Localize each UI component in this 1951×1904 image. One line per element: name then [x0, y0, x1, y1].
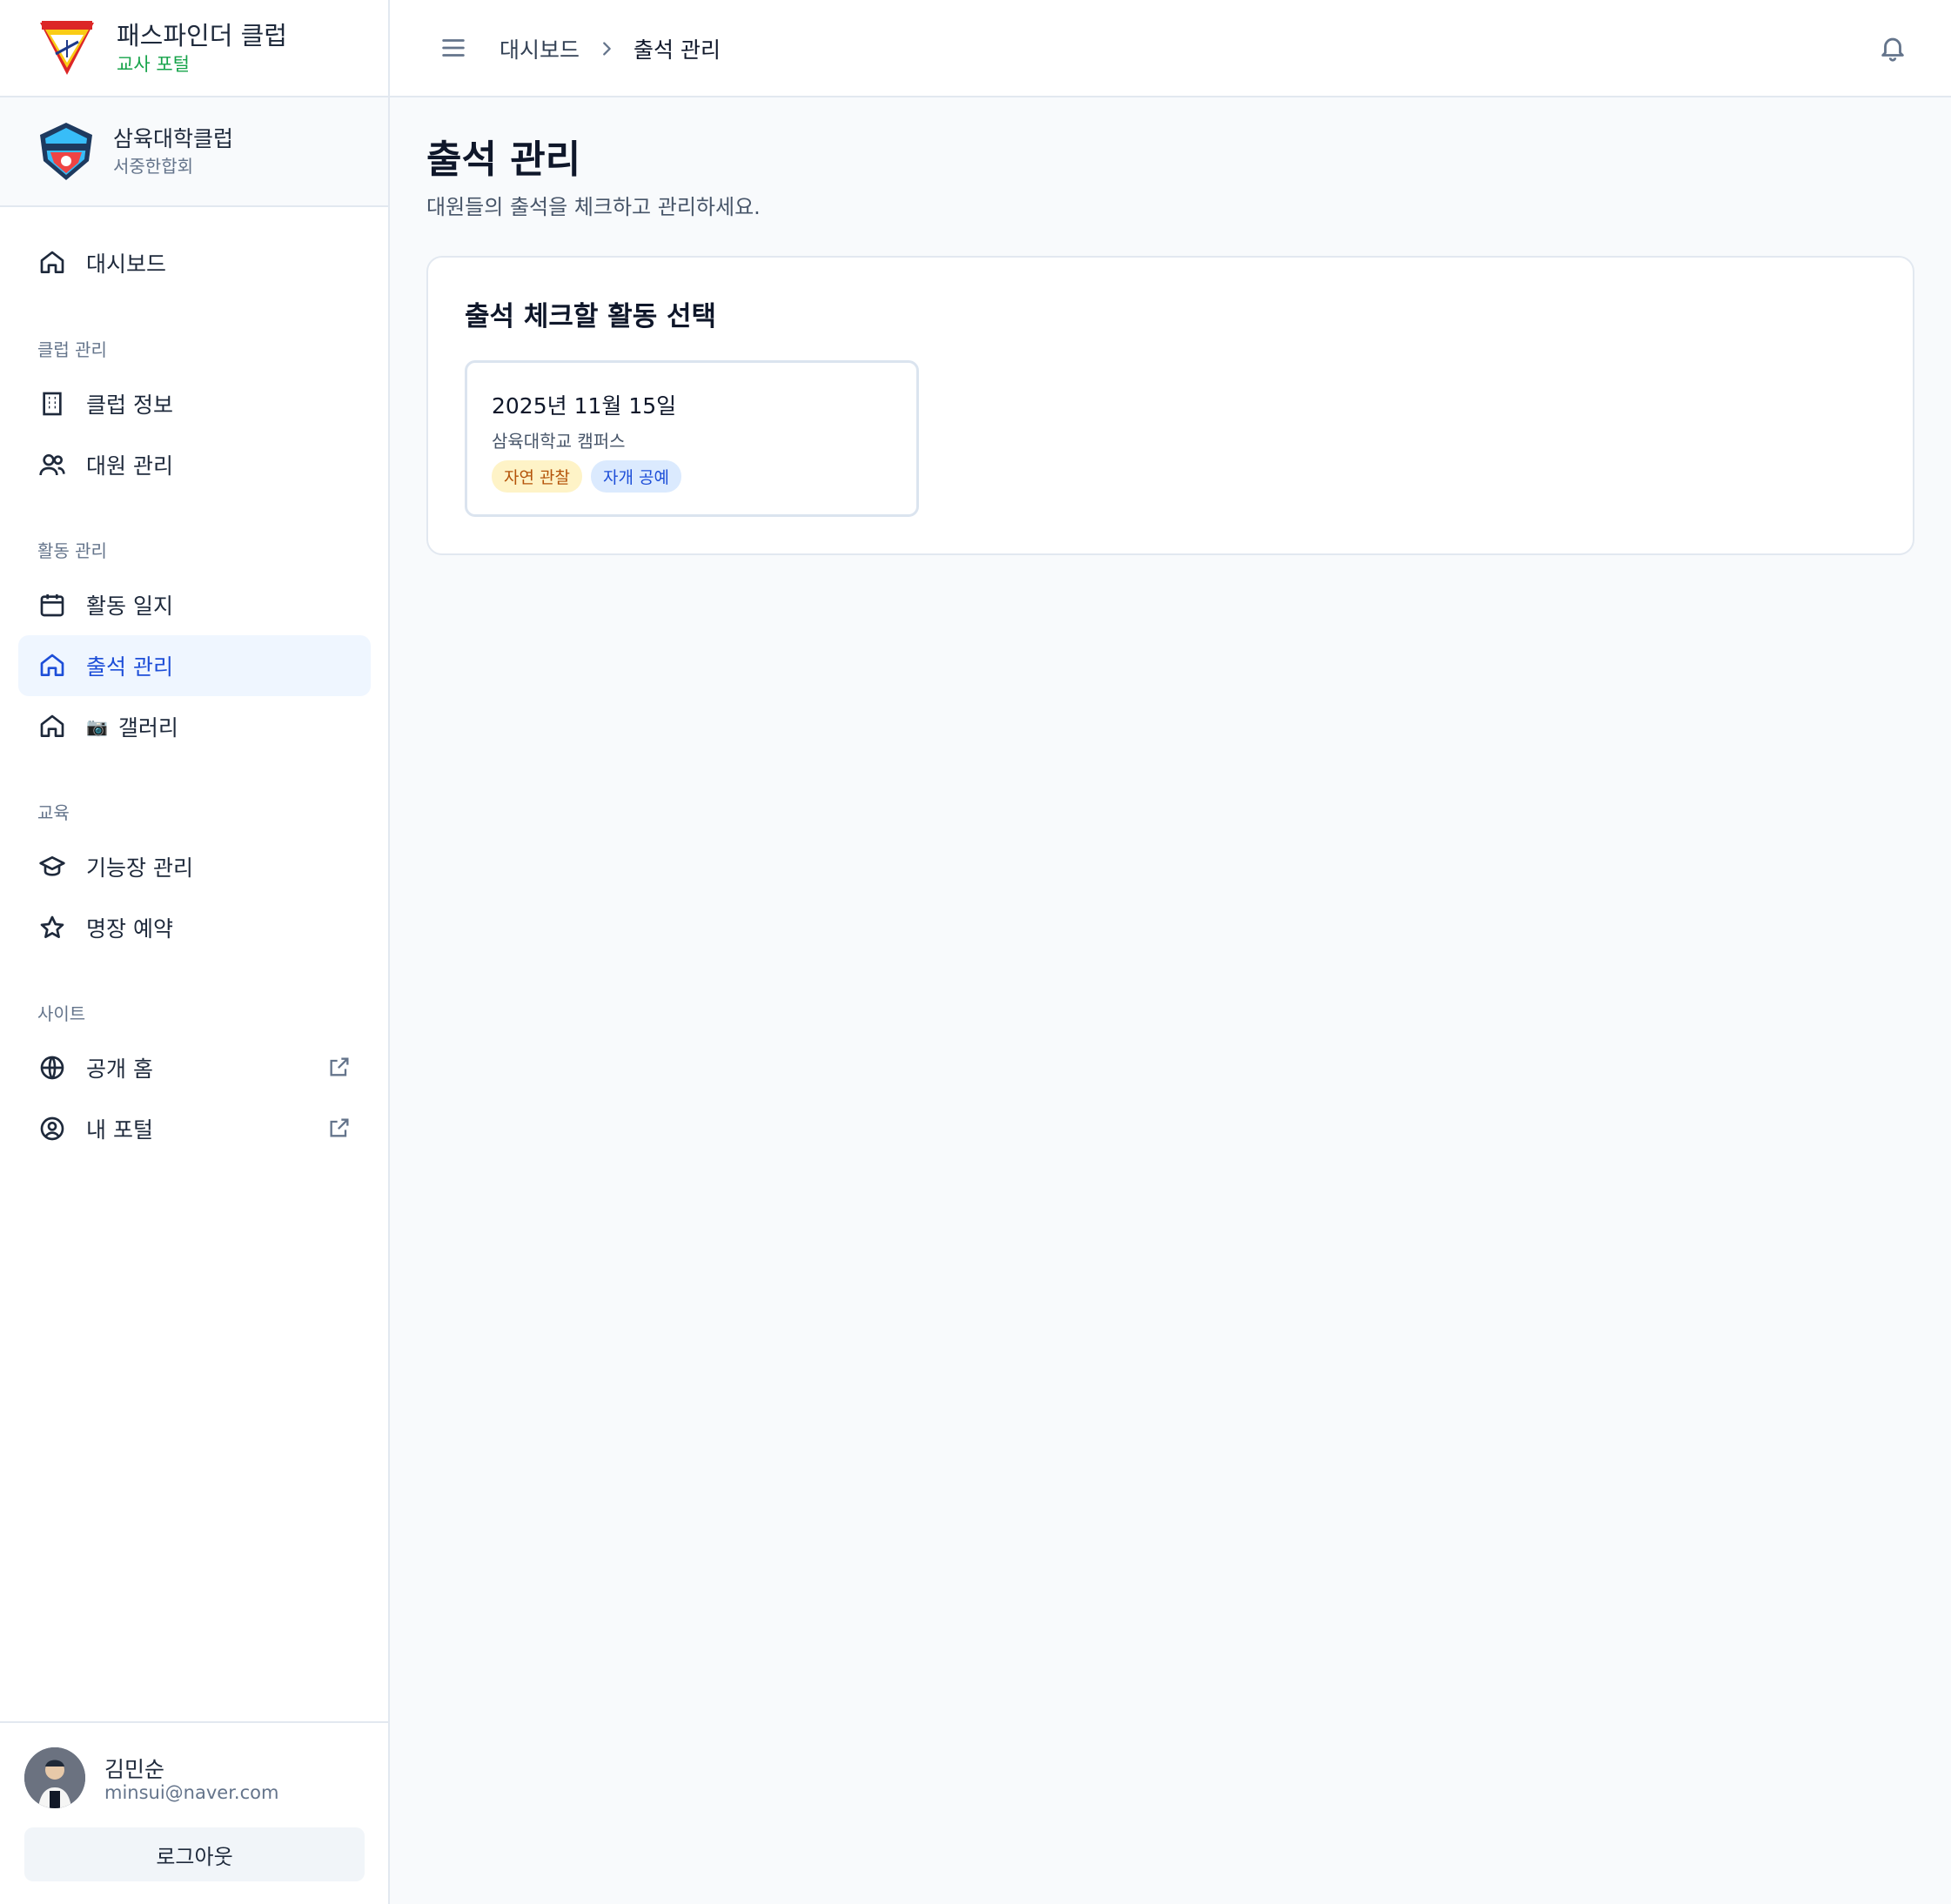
avatar[interactable]	[24, 1747, 85, 1808]
section-activity-management: 활동 관리	[37, 540, 107, 561]
sidebar-item-dashboard[interactable]: 대시보드	[18, 232, 371, 293]
panel-title: 출석 체크할 활동 선택	[465, 301, 717, 332]
sidebar-item-label: 대원 관리	[86, 453, 173, 479]
club-info: 삼육대학클럽 서중한합회	[0, 97, 388, 207]
user-circle-icon	[37, 1114, 67, 1143]
home-icon	[37, 248, 67, 278]
brand[interactable]: 패스파인더 클럽 교사 포털	[0, 0, 388, 97]
sidebar-item-label: 기능장 관리	[86, 855, 193, 881]
club-name: 삼육대학클럽	[113, 126, 234, 151]
external-link-icon	[330, 1118, 349, 1137]
graduation-cap-icon	[37, 852, 67, 882]
section-club-management: 클럽 관리	[37, 339, 107, 360]
brand-title: 패스파인더 클럽	[117, 21, 287, 50]
sidebar-item-label: 갤러리	[117, 715, 178, 741]
home-icon	[37, 651, 67, 680]
breadcrumb-home-link[interactable]: 대시보드	[499, 33, 580, 64]
home-icon	[37, 712, 67, 741]
user-name: 김민순	[104, 1757, 165, 1782]
activity-tag: 자개 공예	[590, 460, 681, 493]
globe-icon	[37, 1053, 67, 1083]
menu-icon[interactable]	[439, 33, 468, 63]
activity-location: 삼육대학교 캠퍼스	[492, 431, 626, 452]
page-title: 출석 관리	[426, 137, 581, 182]
breadcrumb: 대시보드 출석 관리	[499, 33, 721, 64]
sidebar-item-club-info[interactable]: 클럽 정보	[18, 373, 371, 434]
sidebar-item-members[interactable]: 대원 관리	[18, 434, 371, 495]
sidebar-item-label: 활동 일지	[86, 593, 173, 619]
building-icon	[37, 389, 67, 419]
sidebar-item-label: 내 포털	[86, 1117, 153, 1143]
breadcrumb-current: 출석 관리	[634, 37, 721, 63]
users-icon	[37, 450, 67, 479]
top-header: 대시보드 출석 관리	[390, 0, 1951, 97]
sidebar-item-label: 출석 관리	[86, 654, 173, 680]
sidebar-item-my-portal[interactable]: 내 포털	[18, 1098, 371, 1159]
activity-tags: 자연 관찰 자개 공예	[492, 460, 681, 493]
page-description: 대원들의 출석을 체크하고 관리하세요.	[426, 195, 761, 219]
sidebar-item-honors[interactable]: 명장 예약	[18, 897, 371, 958]
club-region: 서중한합회	[113, 156, 193, 177]
sidebar: 패스파인더 클럽 교사 포털 삼육대학클럽 서중한합회 대시보드 클럽 관리 클…	[0, 0, 390, 1904]
chevron-right-icon	[603, 42, 611, 56]
sidebar-item-badges[interactable]: 기능장 관리	[18, 836, 371, 897]
sidebar-item-gallery[interactable]: 📷 갤러리	[18, 696, 371, 757]
sidebar-item-attendance[interactable]: 출석 관리	[18, 635, 371, 696]
activity-tag: 자연 관찰	[492, 460, 582, 493]
sidebar-item-label: 공개 홈	[86, 1056, 153, 1082]
external-link-icon	[330, 1057, 349, 1076]
activity-date: 2025년 11월 15일	[492, 393, 677, 419]
logout-button[interactable]: 로그아웃	[24, 1827, 365, 1881]
club-emblem-icon	[40, 123, 92, 180]
section-site: 사이트	[37, 1003, 86, 1024]
pathfinder-logo-icon	[40, 21, 94, 75]
section-education: 교육	[37, 802, 70, 823]
camera-icon: 📷	[86, 716, 108, 737]
sidebar-item-label: 명장 예약	[86, 916, 173, 942]
star-icon	[37, 913, 67, 942]
activity-card[interactable]: 2025년 11월 15일 삼육대학교 캠퍼스 자연 관찰 자개 공예	[465, 360, 919, 517]
bell-icon[interactable]	[1878, 33, 1907, 63]
sidebar-item-public-home[interactable]: 공개 홈	[18, 1037, 371, 1098]
sidebar-item-label: 대시보드	[86, 251, 167, 277]
user-panel: 김민순 minsui@naver.com 로그아웃	[0, 1721, 388, 1904]
brand-subtitle: 교사 포털	[117, 54, 190, 75]
user-email: minsui@naver.com	[104, 1782, 279, 1803]
activity-select-panel: 출석 체크할 활동 선택 2025년 11월 15일 삼육대학교 캠퍼스 자연 …	[426, 256, 1914, 555]
main-content: 출석 관리 대원들의 출석을 체크하고 관리하세요. 출석 체크할 활동 선택 …	[426, 136, 1914, 555]
sidebar-item-label: 클럽 정보	[86, 392, 173, 418]
sidebar-item-activity-log[interactable]: 활동 일지	[18, 574, 371, 635]
calendar-icon	[37, 590, 67, 620]
